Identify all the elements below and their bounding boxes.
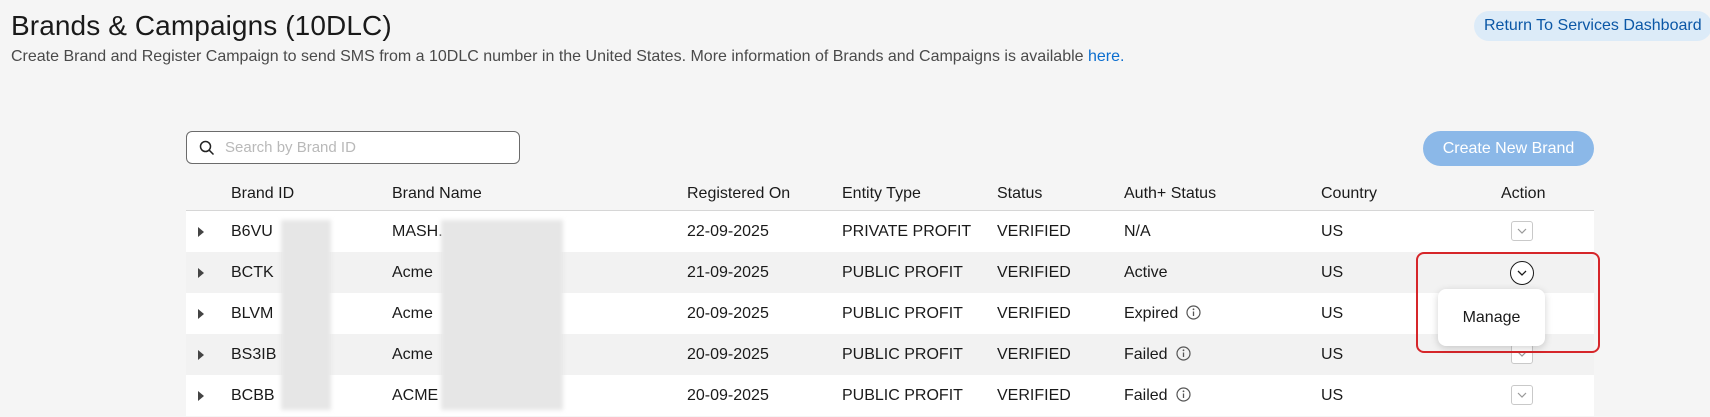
entity-type-cell: PRIVATE PROFIT: [842, 223, 972, 240]
status-cell: VERIFIED: [997, 264, 1071, 281]
column-header-entity-type[interactable]: Entity Type: [842, 185, 921, 203]
registered-on-cell: 20-09-2025: [687, 387, 769, 404]
page-title: Brands & Campaigns (10DLC): [11, 10, 392, 41]
table-header: Brand ID Brand Name Registered On Entity…: [186, 178, 1594, 211]
search-icon: [199, 140, 215, 155]
table-row[interactable]: BCTK Acme 21-09-2025 PUBLIC PROFIT VERIF…: [186, 252, 1594, 293]
brand-id-cell: BS3IB: [231, 346, 277, 363]
expand-icon[interactable]: [198, 391, 204, 401]
country-cell: US: [1321, 346, 1344, 363]
brand-id-cell: B6VU: [231, 223, 273, 240]
auth-status-group: Failed: [1124, 346, 1191, 364]
search-box[interactable]: [186, 131, 520, 164]
auth-status-group: Failed: [1124, 387, 1191, 405]
table-row[interactable]: B6VU MASH. 22-09-2025 PRIVATE PROFIT VER…: [186, 211, 1594, 252]
column-header-country[interactable]: Country: [1321, 185, 1377, 203]
brand-name-cell: Acme: [392, 346, 433, 363]
registered-on-cell: 20-09-2025: [687, 305, 769, 322]
column-header-registered-on[interactable]: Registered On: [687, 185, 790, 203]
chevron-down-icon: [1517, 392, 1527, 398]
entity-type-cell: PUBLIC PROFIT: [842, 305, 963, 322]
table-row[interactable]: BS3IB Acme 20-09-2025 PUBLIC PROFIT VERI…: [186, 334, 1594, 375]
brand-name-cell: MASH.: [392, 223, 443, 240]
brand-name-cell: ACME: [392, 387, 439, 404]
status-cell: VERIFIED: [997, 387, 1071, 404]
brands-table: Brand ID Brand Name Registered On Entity…: [186, 178, 1594, 416]
registered-on-cell: 22-09-2025: [687, 223, 769, 240]
country-cell: US: [1321, 223, 1344, 240]
entity-type-cell: PUBLIC PROFIT: [842, 346, 963, 363]
status-cell: VERIFIED: [997, 346, 1071, 363]
action-menu-manage[interactable]: Manage: [1438, 289, 1545, 346]
info-icon[interactable]: [1186, 305, 1201, 320]
status-cell: VERIFIED: [997, 223, 1071, 240]
brand-id-cell: BLVM: [231, 305, 274, 322]
auth-status-cell: Expired: [1124, 305, 1179, 322]
entity-type-cell: PUBLIC PROFIT: [842, 264, 963, 281]
auth-status-group: Expired: [1124, 305, 1201, 323]
entity-type-cell: PUBLIC PROFIT: [842, 387, 963, 404]
redaction-brand-name: [441, 220, 563, 410]
country-cell: US: [1321, 264, 1344, 281]
brand-name-cell: Acme: [392, 305, 433, 322]
info-icon[interactable]: [1175, 346, 1191, 361]
brand-id-cell: BCBB: [231, 387, 275, 404]
search-input[interactable]: [223, 138, 507, 157]
column-header-auth-status[interactable]: Auth+ Status: [1124, 185, 1216, 203]
registered-on-cell: 20-09-2025: [687, 346, 769, 363]
status-cell: VERIFIED: [997, 305, 1071, 322]
expand-icon[interactable]: [198, 227, 204, 237]
expand-icon[interactable]: [198, 268, 204, 278]
column-header-status[interactable]: Status: [997, 185, 1042, 203]
column-header-brand-name[interactable]: Brand Name: [392, 185, 482, 203]
auth-status-cell: N/A: [1124, 223, 1151, 240]
row-action-button[interactable]: [1511, 221, 1533, 241]
brand-name-cell: Acme: [392, 264, 433, 281]
country-cell: US: [1321, 387, 1344, 404]
subtitle-text: Create Brand and Register Campaign to se…: [11, 48, 1088, 65]
create-new-brand-button[interactable]: Create New Brand: [1423, 131, 1594, 166]
redaction-brand-id: [281, 220, 331, 410]
table-row[interactable]: BCBB ACME 20-09-2025 PUBLIC PROFIT VERIF…: [186, 375, 1594, 416]
expand-icon[interactable]: [198, 309, 204, 319]
page-subtitle: Create Brand and Register Campaign to se…: [11, 48, 1124, 66]
return-to-dashboard-button[interactable]: Return To Services Dashboard: [1474, 11, 1710, 41]
registered-on-cell: 21-09-2025: [687, 264, 769, 281]
auth-status-cell: Active: [1124, 264, 1168, 281]
row-action-button[interactable]: [1511, 385, 1533, 405]
info-link[interactable]: here.: [1088, 48, 1124, 65]
column-header-brand-id[interactable]: Brand ID: [231, 185, 294, 203]
auth-status-cell: Failed: [1124, 387, 1168, 404]
table-row[interactable]: BLVM Acme 20-09-2025 PUBLIC PROFIT VERIF…: [186, 293, 1594, 334]
brand-id-cell: BCTK: [231, 264, 274, 281]
country-cell: US: [1321, 305, 1344, 322]
auth-status-cell: Failed: [1124, 346, 1168, 363]
chevron-down-icon: [1517, 228, 1527, 234]
column-header-action: Action: [1501, 185, 1546, 202]
expand-icon[interactable]: [198, 350, 204, 360]
info-icon[interactable]: [1175, 387, 1191, 402]
